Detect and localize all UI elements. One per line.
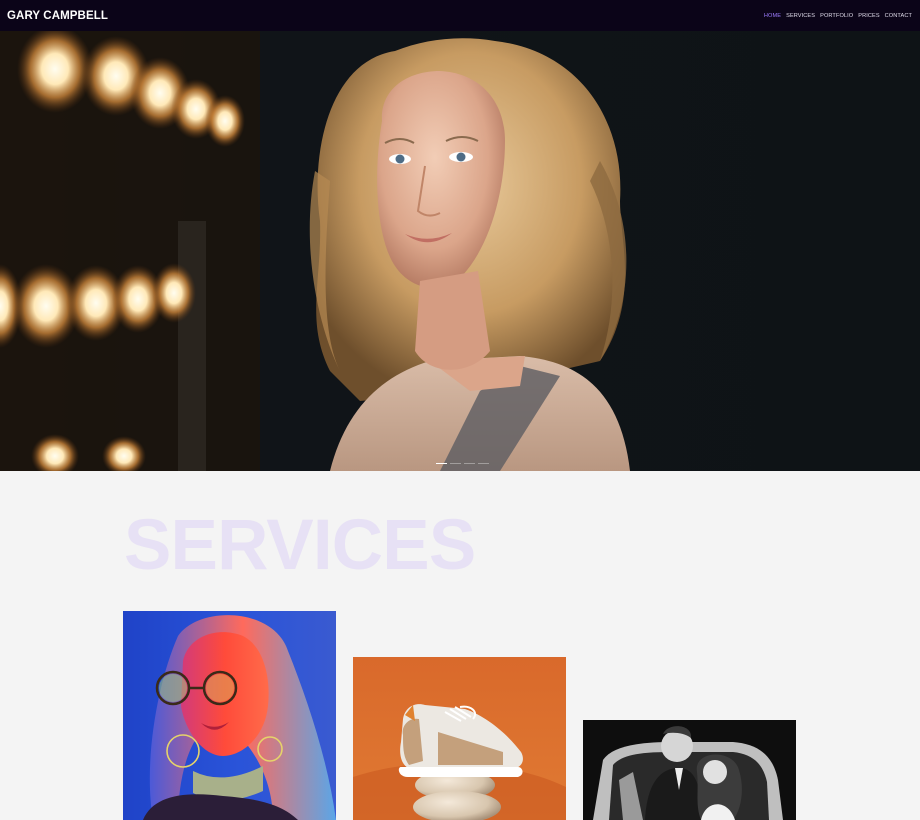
hero-portrait-image bbox=[0, 31, 920, 471]
couple-bw-photo bbox=[583, 720, 796, 820]
brand-logo[interactable]: GARY CAMPBELL bbox=[7, 10, 108, 22]
hero-slider[interactable] bbox=[0, 31, 920, 471]
nav-item-portfolio[interactable]: PORTFOLIO bbox=[820, 13, 853, 19]
sneaker-product-photo bbox=[353, 657, 566, 820]
service-card-wedding[interactable] bbox=[583, 720, 796, 820]
slider-dot[interactable] bbox=[478, 462, 489, 464]
slider-dot[interactable] bbox=[464, 462, 475, 464]
services-heading: SERVICES bbox=[124, 506, 476, 585]
top-navbar: GARY CAMPBELL HOME SERVICES PORTFOLIO PR… bbox=[0, 0, 920, 31]
portrait-neon-woman-photo bbox=[123, 611, 336, 820]
nav-item-prices[interactable]: PRICES bbox=[858, 13, 879, 19]
slider-pagination bbox=[436, 462, 489, 464]
slider-dot[interactable] bbox=[436, 462, 447, 464]
nav-item-home[interactable]: HOME bbox=[764, 13, 781, 19]
nav-item-contact[interactable]: CONTACT bbox=[885, 13, 912, 19]
slider-dot[interactable] bbox=[450, 462, 461, 464]
service-card-product[interactable] bbox=[353, 657, 566, 820]
main-nav: HOME SERVICES PORTFOLIO PRICES CONTACT bbox=[764, 13, 912, 19]
service-card-portrait[interactable] bbox=[123, 611, 336, 820]
nav-item-services[interactable]: SERVICES bbox=[786, 13, 815, 19]
